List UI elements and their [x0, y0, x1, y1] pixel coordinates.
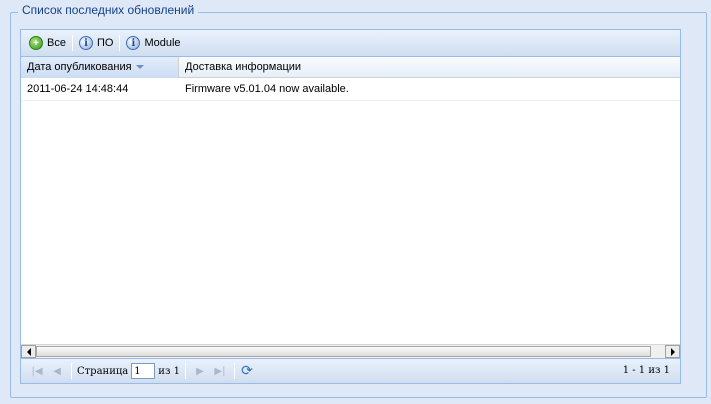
grid-header: Дата опубликования Доставка информации [21, 57, 680, 78]
info-icon: i [126, 36, 141, 50]
info-icon: i [78, 36, 93, 50]
arrow-left-icon [26, 347, 31, 356]
add-icon: + [29, 36, 43, 50]
updates-grid-panel: + Все i ПО i Module Дата опубликования Д… [20, 29, 681, 384]
column-header-date[interactable]: Дата опубликования [21, 57, 179, 78]
sort-desc-icon [135, 65, 144, 70]
column-header-info-label: Доставка информации [185, 61, 302, 73]
toolbar-separator [71, 35, 73, 51]
last-page-button[interactable]: ▶| [212, 363, 228, 379]
fieldset-title: Список последних обновлений [18, 3, 199, 17]
first-page-icon: |◀ [31, 365, 43, 377]
toolbar-separator [119, 35, 121, 51]
grid-body: 2011-06-24 14:48:44 Firmware v5.01.04 no… [21, 79, 680, 344]
display-info: 1 - 1 из 1 [622, 365, 670, 376]
page-count-label: из 1 [158, 365, 180, 377]
filter-module-button[interactable]: i Module [123, 33, 183, 53]
column-header-info[interactable]: Доставка информации [179, 57, 680, 78]
scroll-right-button[interactable] [665, 345, 680, 358]
scroll-left-button[interactable] [21, 345, 36, 358]
prev-page-icon: ◀ [53, 365, 61, 377]
cell-date: 2011-06-24 14:48:44 [27, 83, 129, 95]
grid-toolbar: + Все i ПО i Module [21, 30, 680, 57]
next-page-icon: ▶ [196, 365, 204, 377]
prev-page-button[interactable]: ◀ [49, 363, 65, 379]
arrow-right-icon [670, 347, 675, 356]
page-number-input[interactable] [131, 363, 156, 379]
filter-firmware-button[interactable]: i ПО [76, 33, 116, 53]
refresh-icon[interactable]: ⟳ [239, 363, 255, 379]
filter-all-button[interactable]: + Все [26, 33, 69, 53]
next-page-button[interactable]: ▶ [192, 363, 208, 379]
filter-firmware-label: ПО [96, 37, 114, 49]
scrollbar-thumb[interactable] [36, 346, 651, 357]
last-page-icon: ▶| [214, 365, 226, 377]
column-header-date-label: Дата опубликования [27, 61, 132, 73]
pager-separator [71, 363, 72, 379]
paging-toolbar: |◀ ◀ Страница из 1 ▶ ▶| ⟳ 1 - 1 из 1 [21, 358, 680, 383]
pager-separator [233, 363, 235, 379]
pager-separator [184, 363, 186, 379]
filter-all-label: Все [47, 37, 66, 49]
horizontal-scrollbar[interactable] [21, 344, 680, 358]
cell-info: Firmware v5.01.04 now available. [185, 83, 349, 95]
first-page-button[interactable]: |◀ [29, 363, 45, 379]
table-row[interactable]: 2011-06-24 14:48:44 Firmware v5.01.04 no… [21, 79, 680, 101]
page-label: Страница [77, 365, 129, 377]
filter-module-label: Module [144, 37, 181, 49]
